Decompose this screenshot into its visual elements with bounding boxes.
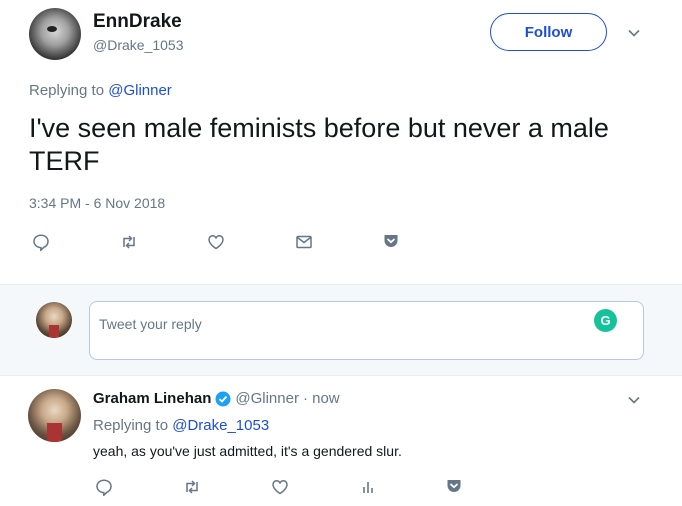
- follow-button[interactable]: Follow: [490, 13, 607, 51]
- reply-input[interactable]: Tweet your reply: [89, 301, 644, 360]
- pocket-icon[interactable]: [381, 231, 401, 251]
- reply-header: Graham Linehan @Glinner · now: [93, 390, 340, 407]
- replying-prefix: Replying to: [29, 82, 105, 99]
- verified-badge-icon: [215, 391, 231, 407]
- user-avatar[interactable]: [36, 302, 72, 338]
- reply-replying-to-link[interactable]: @Drake_1053: [172, 417, 269, 434]
- retweet-icon[interactable]: [119, 232, 139, 252]
- like-icon[interactable]: [206, 232, 226, 252]
- reply-icon[interactable]: [31, 232, 51, 252]
- reply-author-handle[interactable]: @Glinner: [235, 390, 299, 407]
- timestamp[interactable]: 3:34 PM - 6 Nov 2018: [29, 195, 165, 211]
- reply-placeholder: Tweet your reply: [99, 316, 202, 332]
- retweet-icon[interactable]: [182, 477, 202, 497]
- chevron-down-icon[interactable]: [626, 25, 642, 41]
- main-tweet: EnnDrake @Drake_1053 Follow Replying to …: [0, 0, 682, 284]
- grammarly-icon[interactable]: G: [594, 309, 617, 332]
- replying-to-link[interactable]: @Glinner: [108, 82, 172, 99]
- chevron-down-icon[interactable]: [626, 392, 642, 408]
- reply-replying-to: Replying to @Drake_1053: [93, 417, 269, 434]
- reply-author-name[interactable]: Graham Linehan: [93, 390, 211, 407]
- tweet-text: I've seen male feminists before but neve…: [29, 113, 609, 176]
- like-icon[interactable]: [270, 477, 290, 497]
- reply-text: yeah, as you've just admitted, it's a ge…: [93, 443, 402, 459]
- message-icon[interactable]: [294, 232, 314, 252]
- author-name[interactable]: EnnDrake: [93, 11, 182, 33]
- reply-time[interactable]: · now: [303, 390, 340, 407]
- author-handle[interactable]: @Drake_1053: [93, 37, 184, 53]
- pocket-icon[interactable]: [444, 476, 464, 496]
- reply-replying-prefix: Replying to: [93, 417, 169, 434]
- analytics-icon[interactable]: [358, 477, 378, 497]
- reply-author-avatar[interactable]: [28, 389, 81, 442]
- avatar[interactable]: [29, 8, 81, 60]
- replying-to: Replying to @Glinner: [29, 82, 172, 99]
- reply-icon[interactable]: [94, 477, 114, 497]
